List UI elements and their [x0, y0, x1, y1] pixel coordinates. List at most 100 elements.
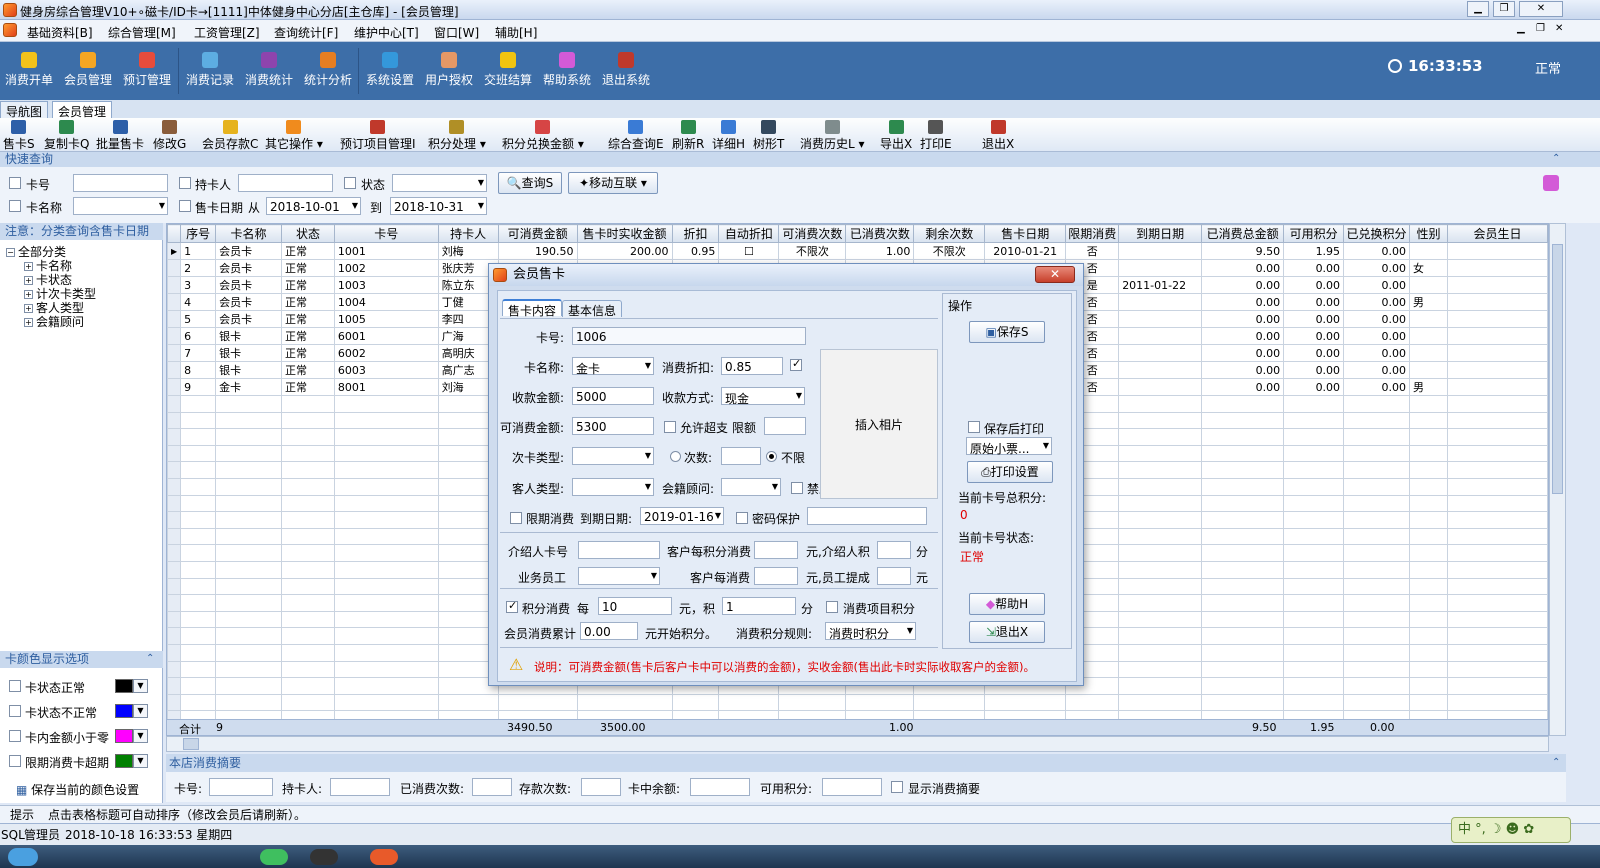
menu-help[interactable]: 辅助[H] — [495, 24, 537, 41]
state-select[interactable] — [392, 174, 487, 192]
rule-select[interactable]: 消费时积分 — [825, 622, 916, 641]
summary-points-input[interactable] — [822, 778, 882, 796]
handover-button[interactable]: 交班结算 — [479, 46, 537, 96]
export-button[interactable]: 导出X — [880, 120, 912, 152]
col-header[interactable]: 可消费次数 — [778, 224, 847, 243]
points-exchange-button[interactable]: 积分兑换金额 ▾ — [502, 120, 584, 152]
mdi-minimize-button[interactable]: ▁ — [1517, 23, 1525, 34]
print-setup-button[interactable]: ⎙打印设置 — [967, 461, 1053, 483]
help-system-button[interactable]: 帮助系统 — [538, 46, 596, 96]
menu-manage[interactable]: 综合管理[M] — [108, 24, 176, 41]
dialog-card-no-input[interactable]: 1006 — [572, 327, 806, 345]
discount-input[interactable]: 0.85 — [721, 357, 783, 375]
discount-check-icon[interactable] — [790, 357, 802, 371]
minimize-button[interactable]: ▁ — [1467, 1, 1489, 17]
row-marker[interactable] — [167, 327, 182, 345]
limit-input[interactable] — [764, 417, 806, 435]
col-header[interactable]: 剩余次数 — [913, 224, 986, 243]
col-header[interactable]: 卡名称 — [215, 224, 283, 243]
consume-record-button[interactable]: 消费记录 — [181, 46, 239, 96]
row-marker[interactable]: ▶ — [167, 242, 182, 260]
col-header[interactable]: 限期消费 — [1065, 224, 1120, 243]
pay-amount-input[interactable]: 5000 — [572, 387, 654, 405]
unlimited-radio[interactable] — [766, 451, 777, 462]
analysis-button[interactable]: 统计分析 — [299, 46, 357, 96]
limit-consume-checkbox[interactable] — [510, 512, 522, 524]
scroll-thumb[interactable] — [1552, 244, 1563, 494]
password-input[interactable] — [807, 507, 927, 525]
refresh-button[interactable]: 刷新R — [672, 120, 704, 152]
exit-button[interactable]: 退出X — [982, 120, 1014, 152]
color-swatch-blue[interactable] — [115, 704, 133, 718]
col-header[interactable]: 可消费金额 — [497, 224, 578, 243]
tab-sale-content[interactable]: 售卡内容 — [502, 299, 563, 318]
row-marker[interactable] — [167, 310, 182, 328]
times-input[interactable] — [721, 447, 761, 465]
col-header[interactable]: 到期日期 — [1118, 224, 1203, 243]
chevron-down-icon[interactable]: ▼ — [133, 754, 148, 768]
save-colors-button[interactable]: ▦ 保存当前的颜色设置 — [16, 781, 139, 798]
consume-order-button[interactable]: 消费开单 — [0, 46, 58, 96]
general-query-button[interactable]: 综合查询E — [608, 120, 664, 152]
collapse-icon[interactable]: ⌃ — [146, 653, 154, 664]
row-marker[interactable] — [167, 378, 182, 396]
taskbar-app-icon[interactable] — [370, 849, 398, 865]
summary-holder-input[interactable] — [330, 778, 390, 796]
col-header[interactable]: 可用积分 — [1283, 224, 1345, 243]
vertical-scrollbar[interactable] — [1549, 223, 1566, 736]
holder-input[interactable] — [238, 174, 333, 192]
tab-member-manage[interactable]: 会员管理 — [52, 101, 113, 119]
col-header[interactable]: 已消费次数 — [845, 224, 915, 243]
sale-date-checkbox[interactable] — [179, 200, 191, 212]
other-ops-button[interactable]: 其它操作 ▾ — [265, 120, 323, 152]
chevron-down-icon[interactable]: ▼ — [133, 729, 148, 743]
per-point-input[interactable] — [754, 541, 798, 559]
summary-used-times-input[interactable] — [472, 778, 512, 796]
card-name-checkbox[interactable] — [9, 200, 21, 212]
menu-basic[interactable]: 基础资料[B] — [27, 24, 93, 41]
color-opt-normal-checkbox[interactable] — [9, 680, 21, 692]
col-header[interactable]: 卡号 — [333, 224, 439, 243]
book-icon[interactable] — [1543, 175, 1559, 191]
password-checkbox[interactable] — [736, 512, 748, 524]
close-button[interactable]: ✕ — [1519, 1, 1563, 17]
col-header[interactable]: 状态 — [281, 224, 335, 243]
guest-type-select[interactable] — [572, 478, 654, 496]
consume-history-button[interactable]: 消费历史L ▾ — [800, 120, 865, 152]
color-opt-abnormal-checkbox[interactable] — [9, 705, 21, 717]
row-marker[interactable] — [167, 361, 182, 379]
per-consume-input[interactable] — [754, 567, 798, 585]
tree-button[interactable]: 树形T — [753, 120, 784, 152]
project-manage-button[interactable]: 预订项目管理I — [340, 120, 416, 152]
menu-window[interactable]: 窗口[W] — [434, 24, 479, 41]
every-amount-input[interactable]: 10 — [598, 597, 672, 615]
help-button[interactable]: ◆帮助H — [969, 593, 1045, 615]
collapse-icon[interactable]: ⌃ — [1552, 757, 1560, 768]
col-header[interactable]: 序号 — [180, 224, 217, 243]
date-from-picker[interactable]: 2018-10-01 — [266, 197, 361, 215]
copy-card-button[interactable]: 复制卡Q — [44, 120, 89, 152]
batch-card-button[interactable]: 批量售卡 — [96, 120, 144, 152]
color-swatch-green[interactable] — [115, 754, 133, 768]
col-header[interactable]: 已兑换积分 — [1343, 224, 1411, 243]
user-auth-button[interactable]: 用户授权 — [420, 46, 478, 96]
dialog-close-button[interactable]: ✕ — [1035, 266, 1075, 283]
horizontal-scrollbar[interactable] — [166, 736, 1549, 752]
color-swatch-magenta[interactable] — [115, 729, 133, 743]
ime-toolbar[interactable]: 中 °, ☽ ☻ ✿ — [1451, 817, 1571, 843]
collapse-icon[interactable]: ⌃ — [1552, 153, 1560, 164]
forbid-timing-checkbox[interactable] — [791, 482, 803, 494]
summary-card-input[interactable] — [209, 778, 273, 796]
color-swatch-black[interactable] — [115, 679, 133, 693]
consumable-input[interactable]: 5300 — [572, 417, 654, 435]
tree-item-advisor[interactable]: + 会籍顾问 — [24, 313, 84, 330]
print-after-save-checkbox[interactable] — [968, 421, 980, 433]
referrer-input[interactable] — [578, 541, 660, 559]
print-template-select[interactable]: 原始小票... — [966, 437, 1052, 456]
col-header[interactable]: 折扣 — [671, 224, 720, 243]
query-button[interactable]: 🔍查询S — [498, 172, 562, 194]
pay-method-select[interactable]: 现金 — [721, 387, 805, 406]
consume-stats-button[interactable]: 消费统计 — [240, 46, 298, 96]
col-header[interactable]: 持卡人 — [437, 224, 499, 243]
state-checkbox[interactable] — [344, 177, 356, 189]
